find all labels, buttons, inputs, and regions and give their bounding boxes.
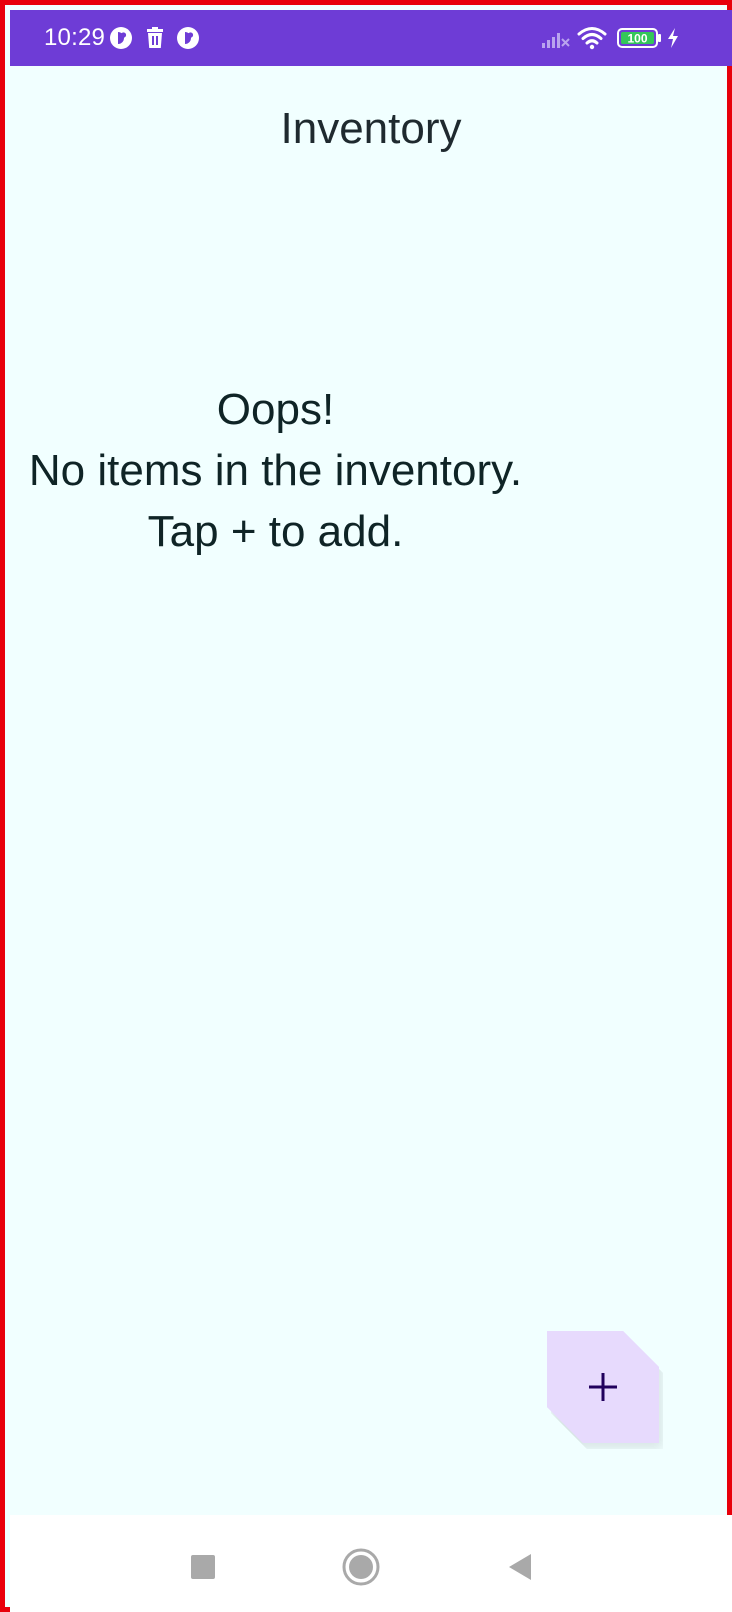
battery-icon: 100 bbox=[616, 24, 664, 52]
app-notification-icon bbox=[175, 24, 201, 52]
app-notification-icon bbox=[108, 24, 134, 52]
recents-square-icon bbox=[190, 1554, 216, 1580]
plus-icon bbox=[587, 1371, 619, 1403]
home-button[interactable] bbox=[331, 1537, 391, 1597]
status-bar: 10:29 100 bbox=[10, 10, 732, 66]
app-screen: 10:29 100 Inventory Oops! No items in th… bbox=[0, 0, 732, 1612]
add-item-button[interactable] bbox=[547, 1331, 659, 1443]
empty-state-line-3: Tap + to add. bbox=[147, 507, 404, 556]
charging-bolt-icon bbox=[664, 24, 682, 52]
cell-signal-icon bbox=[540, 24, 572, 52]
empty-state-line-2: No items in the inventory. bbox=[28, 446, 523, 495]
system-nav-bar bbox=[10, 1515, 732, 1612]
battery-level-text: 100 bbox=[627, 32, 647, 46]
empty-state-line-1: Oops! bbox=[216, 385, 335, 434]
empty-state-message: Oops! No items in the inventory. Tap + t… bbox=[10, 379, 541, 562]
page-title: Inventory bbox=[280, 104, 462, 153]
wifi-icon bbox=[576, 24, 608, 52]
back-button[interactable] bbox=[490, 1537, 550, 1597]
back-triangle-icon bbox=[506, 1552, 534, 1582]
status-time: 10:29 bbox=[44, 24, 106, 51]
trash-icon bbox=[142, 24, 168, 52]
recents-button[interactable] bbox=[173, 1537, 233, 1597]
home-circle-icon bbox=[341, 1547, 381, 1587]
